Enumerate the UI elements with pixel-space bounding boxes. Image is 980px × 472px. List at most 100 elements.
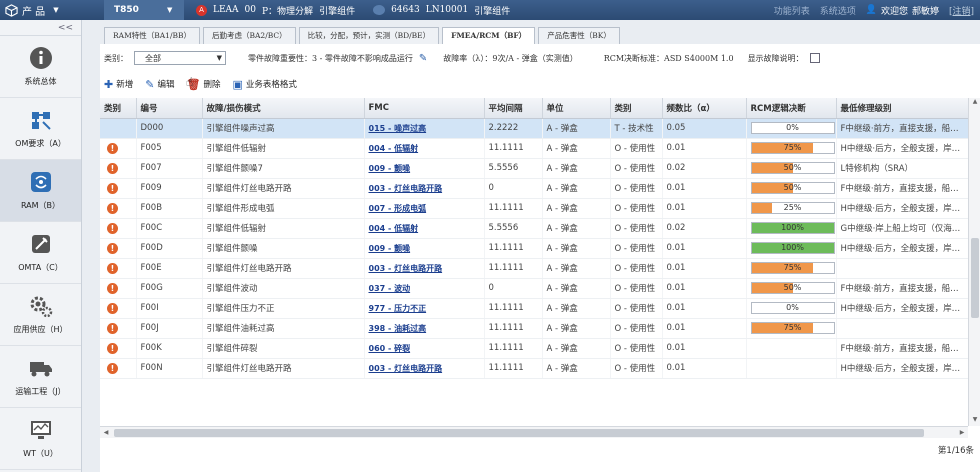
add-button[interactable]: ✚ 新增 <box>104 78 133 91</box>
sys-options-link[interactable]: 系统选项 <box>820 4 856 17</box>
model-selector[interactable]: T850 ▼ <box>104 0 184 20</box>
cell-unit: A - 弹盒 <box>542 178 611 199</box>
header-fmc[interactable]: FMC <box>364 98 485 119</box>
sidebar-item-supply[interactable]: 应用供应（H） <box>0 284 81 346</box>
scroll-right-icon[interactable]: ▶ <box>956 427 968 439</box>
header-rcm[interactable]: RCM逻辑决断 <box>746 98 837 119</box>
cell-mode: 引擎组件噪声过高 <box>202 118 365 139</box>
fmc-link[interactable]: 398 - 油耗过高 <box>369 324 427 333</box>
cell-ratio: 0.02 <box>662 158 747 179</box>
header-unit[interactable]: 单位 <box>542 98 611 119</box>
cell-mode: 引擎组件颤噪 <box>202 238 365 259</box>
cell-unit: A - 弹盒 <box>542 218 611 239</box>
header-level[interactable]: 最低修理级别 <box>836 98 968 119</box>
fmc-link[interactable]: 003 - 灯丝电路开路 <box>369 184 443 193</box>
table-row[interactable]: ! F00C 引擎组件低辐射 004 - 低辐射 5.5556 A - 弹盒 O - 使用性… <box>100 218 968 239</box>
sidebar-item-wt[interactable]: WT（U） <box>0 408 81 470</box>
fmc-link[interactable]: 060 - 碎裂 <box>369 344 411 353</box>
table-row[interactable]: ! F00J 引擎组件油耗过高 398 - 油耗过高 11.1111 A - 弹盒 O - … <box>100 318 968 339</box>
logout-link[interactable]: [注销] <box>949 4 974 17</box>
fmc-link[interactable]: 004 - 低辐射 <box>369 224 419 233</box>
sidebar-item-system[interactable]: 系统总体 <box>0 36 81 98</box>
tab-hazard[interactable]: 产品危害性（BK） <box>538 27 620 44</box>
scroll-thumb[interactable] <box>114 429 924 437</box>
table-row[interactable]: ! F00E 引擎组件灯丝电路开路 003 - 灯丝电路开路 11.1111 A - 弹盒… <box>100 258 968 279</box>
header-type[interactable]: 类别 <box>610 98 663 119</box>
sidebar-item-label: WT（U） <box>23 449 58 458</box>
sidebar-item-transport[interactable]: 运输工程（J） <box>0 346 81 408</box>
edit-pencil-icon[interactable]: ✎ <box>419 53 427 64</box>
rcm-progress-bar: 75% <box>750 142 835 154</box>
sidebar-item-omta[interactable]: OMTA（C） <box>0 222 81 284</box>
context-a-badge: A <box>196 4 207 16</box>
table-row[interactable]: ! F005 引擎组件低辐射 004 - 低辐射 11.1111 A - 弹盒 O - 使用… <box>100 138 968 159</box>
fmc-link[interactable]: 007 - 形成电弧 <box>369 204 427 213</box>
cell-rcm: 0% <box>746 118 837 139</box>
cell-mtbf: 11.1111 <box>484 198 543 219</box>
cell-code: F00N <box>136 358 203 379</box>
scroll-thumb[interactable] <box>971 238 979 318</box>
category-select[interactable]: 全部 ▼ <box>134 51 226 65</box>
table-format-button[interactable]: ▣ 业务表格格式 <box>232 78 296 91</box>
header-category[interactable]: 类别 <box>100 98 137 119</box>
table-row[interactable]: ! F00N 引擎组件灯丝电路开路 003 - 灯丝电路开路 11.1111 A - 弹盒… <box>100 358 968 379</box>
fmc-link[interactable]: 003 - 灯丝电路开路 <box>369 264 443 273</box>
table-row[interactable]: ! F00G 引擎组件波动 037 - 波动 0 A - 弹盒 O - 使用性 0.01 50%… <box>100 278 968 299</box>
cell-code: F00E <box>136 258 203 279</box>
vertical-scrollbar[interactable]: ▲ ▼ <box>968 98 980 426</box>
rcm-progress-label: 75% <box>783 263 802 272</box>
func-list-link[interactable]: 功能列表 <box>774 4 810 17</box>
tab-logistics[interactable]: 后勤考虑（BA2/BC） <box>203 27 296 44</box>
header-code[interactable]: 编号 <box>136 98 203 119</box>
table-row[interactable]: ! F009 引擎组件灯丝电路开路 003 - 灯丝电路开路 0 A - 弹盒 O - 使用… <box>100 178 968 199</box>
scroll-left-icon[interactable]: ◀ <box>100 427 112 439</box>
table-row[interactable]: ! F007 引擎组件颤噪7 009 - 颤噪 5.5556 A - 弹盒 O - 使用性 0… <box>100 158 968 179</box>
cell-fmc: 037 - 波动 <box>364 278 485 299</box>
warning-icon: ! <box>107 202 118 214</box>
show-desc-checkbox[interactable] <box>809 53 820 63</box>
cell-ratio: 0.01 <box>662 178 747 199</box>
rcm-progress-label: 50% <box>783 163 802 172</box>
tab-ram-characteristics[interactable]: RAM特性（BA1/BB） <box>104 27 200 44</box>
tab-bar: RAM特性（BA1/BB） 后勤考虑（BA2/BC） 比较，分配，预计，实测（B… <box>104 27 620 44</box>
om-icon <box>29 108 53 132</box>
user-info: 👤 欢迎您 郝敏婷 <box>866 4 939 17</box>
cell-type: O - 使用性 <box>610 138 663 159</box>
fmc-link[interactable]: 003 - 灯丝电路开路 <box>369 364 443 373</box>
cell-fmc: 004 - 低辐射 <box>364 138 485 159</box>
header-ratio[interactable]: 频数比（α） <box>662 98 747 119</box>
table-row[interactable]: ! F00K 引擎组件碎裂 060 - 碎裂 11.1111 A - 弹盒 O - 使用性 0… <box>100 338 968 359</box>
header-mtbf[interactable]: 平均间隔 <box>484 98 543 119</box>
tab-comparison[interactable]: 比较，分配，预计，实测（BD/BE） <box>298 27 440 44</box>
table-row[interactable]: ! F00B 引擎组件形成电弧 007 - 形成电弧 11.1111 A - 弹盒 O - … <box>100 198 968 219</box>
cell-mode: 引擎组件压力不正 <box>202 298 365 319</box>
fmc-link[interactable]: 009 - 颤噪 <box>369 164 411 173</box>
cell-level <box>836 258 968 279</box>
rcm-progress-bar: 75% <box>750 262 835 274</box>
table-row[interactable]: ! F00I 引擎组件压力不正 977 - 压力不正 11.1111 A - 弹盒 O - … <box>100 298 968 319</box>
fmc-link[interactable]: 015 - 噪声过高 <box>369 124 427 133</box>
horizontal-scrollbar[interactable]: ◀ ▶ <box>100 426 968 438</box>
sidebar-item-om[interactable]: OM要求（A） <box>0 98 81 160</box>
rcm-progress-bar: 50% <box>750 182 835 194</box>
scroll-up-icon[interactable]: ▲ <box>969 98 980 108</box>
fmc-link[interactable]: 977 - 压力不正 <box>369 304 427 313</box>
tab-fmea-rcm[interactable]: FMEA/RCM（BF） <box>442 27 536 44</box>
cell-ratio: 0.01 <box>662 278 747 299</box>
fmc-link[interactable]: 037 - 波动 <box>369 284 411 293</box>
warning-icon: ! <box>107 342 118 354</box>
collapse-sidebar-button[interactable]: << <box>0 20 81 36</box>
table-row[interactable]: D000 引擎组件噪声过高 015 - 噪声过高 2.2222 A - 弹盒 T - 技术… <box>100 118 968 139</box>
sidebar-item-ram[interactable]: RAM（B） <box>0 160 81 222</box>
product-menu[interactable]: 产 品 ▼ <box>22 3 104 18</box>
cell-unit: A - 弹盒 <box>542 158 611 179</box>
cell-type: O - 使用性 <box>610 318 663 339</box>
header-mode[interactable]: 故障/损伤模式 <box>202 98 365 119</box>
table-row[interactable]: ! F00D 引擎组件颤噪 009 - 颤噪 11.1111 A - 弹盒 O - 使用性 0… <box>100 238 968 259</box>
category-value: 全部 <box>145 53 161 63</box>
scroll-down-icon[interactable]: ▼ <box>969 416 980 426</box>
fmc-link[interactable]: 009 - 颤噪 <box>369 244 411 253</box>
fmc-link[interactable]: 004 - 低辐射 <box>369 144 419 153</box>
edit-button[interactable]: ✎ 编辑 <box>145 78 174 91</box>
cell-code: F00J <box>136 318 203 339</box>
